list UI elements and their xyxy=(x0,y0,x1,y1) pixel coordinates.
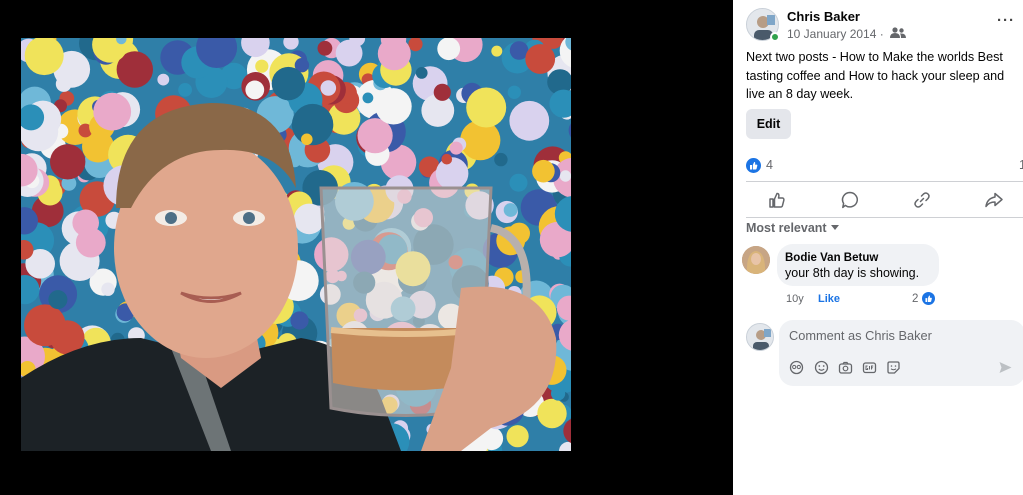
comment-text: your 8th day is showing. xyxy=(785,266,920,280)
post-header: Chris Baker 10 January 2014 · ··· xyxy=(746,8,1023,44)
online-status-dot xyxy=(770,32,780,42)
send-icon[interactable] xyxy=(998,360,1013,375)
camera-icon[interactable] xyxy=(838,360,853,375)
post-date: 10 January 2014 · xyxy=(787,27,907,41)
more-options-icon[interactable]: ··· xyxy=(997,13,1015,28)
comment-bubble: Bodie Van Betuw your 8th day is showing. xyxy=(777,244,939,286)
comment-sort-dropdown[interactable]: Most relevant xyxy=(746,221,839,235)
post-text: Next two posts - How to Make the worlds … xyxy=(746,50,1005,101)
gif-icon[interactable] xyxy=(862,360,877,375)
post-date-text[interactable]: 10 January 2014 · xyxy=(787,27,884,41)
comment-age[interactable]: 10y xyxy=(786,293,804,305)
reactions-summary[interactable]: 4 1 xyxy=(746,157,1023,175)
comment-reaction-count[interactable]: 2 xyxy=(912,293,918,305)
commenter-name[interactable]: Bodie Van Betuw xyxy=(785,252,878,264)
post-action-bar xyxy=(746,181,1023,218)
comment-count[interactable]: 1 xyxy=(1019,158,1023,172)
comment-input[interactable]: Comment as Chris Baker xyxy=(779,320,1023,386)
edit-button[interactable]: Edit xyxy=(746,109,791,139)
chevron-down-icon xyxy=(830,225,839,230)
sticker-icon[interactable] xyxy=(886,360,901,375)
share-link-icon[interactable] xyxy=(912,190,932,210)
comment-like-button[interactable]: Like xyxy=(818,293,840,305)
post-photo[interactable] xyxy=(21,38,571,451)
comment-icon[interactable] xyxy=(840,190,860,210)
comment-like-reaction-icon xyxy=(921,291,936,306)
like-icon[interactable] xyxy=(767,190,787,210)
comment-input-placeholder: Comment as Chris Baker xyxy=(789,328,932,343)
photo-image xyxy=(21,38,571,451)
like-reaction-icon xyxy=(746,158,761,173)
my-avatar[interactable] xyxy=(746,323,774,351)
share-forward-icon[interactable] xyxy=(984,190,1004,210)
comment-sort-label: Most relevant xyxy=(746,221,827,235)
friends-icon[interactable] xyxy=(890,27,907,39)
photo-viewer xyxy=(0,0,733,495)
reaction-count[interactable]: 4 xyxy=(766,158,773,172)
avatar-sticker-icon[interactable] xyxy=(789,360,804,375)
post-panel: Chris Baker 10 January 2014 · ··· Next t… xyxy=(733,0,1023,495)
emoji-icon[interactable] xyxy=(814,360,829,375)
commenter-avatar[interactable] xyxy=(742,246,770,274)
author-name[interactable]: Chris Baker xyxy=(787,9,860,24)
